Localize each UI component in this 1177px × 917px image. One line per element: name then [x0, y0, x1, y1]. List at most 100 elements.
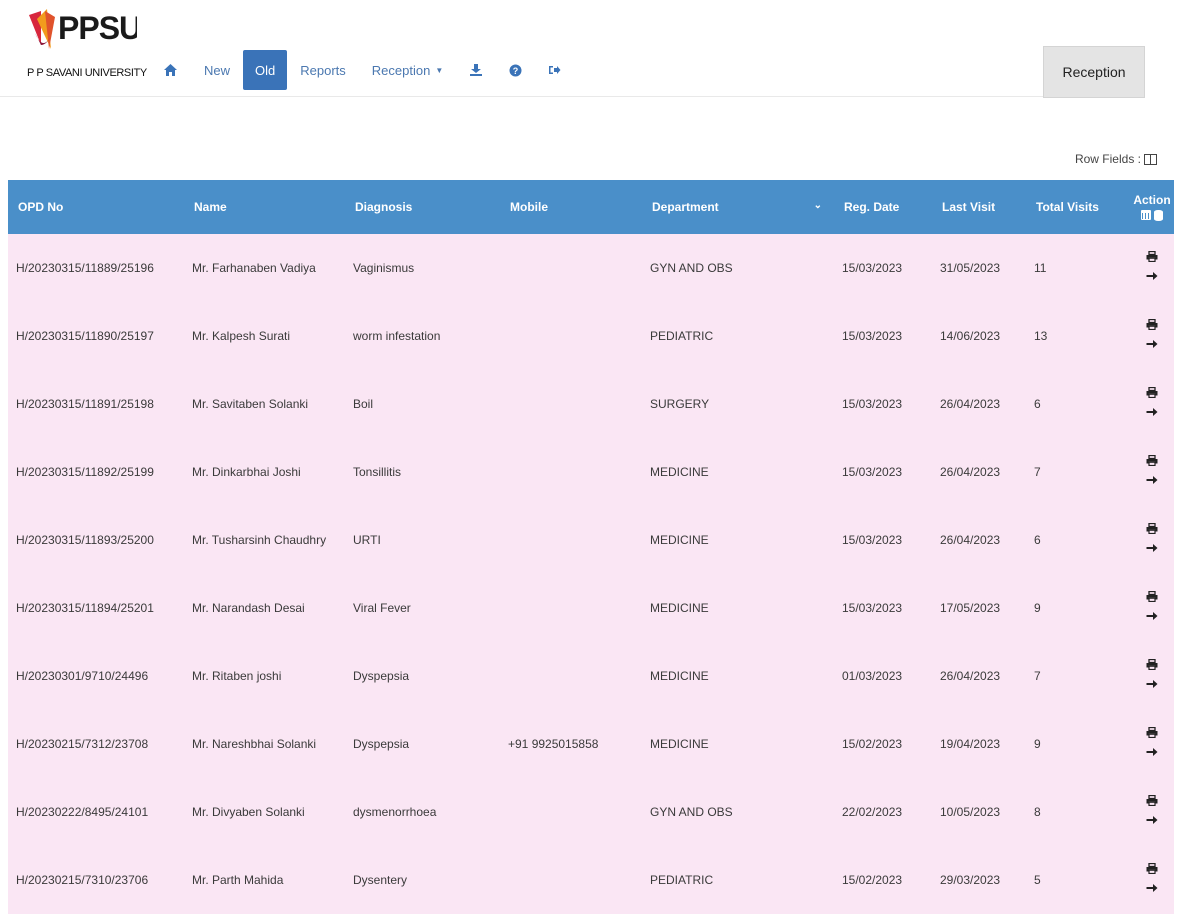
arrow-right-icon: [1146, 272, 1158, 280]
arrow-right-icon: [1146, 612, 1158, 620]
open-visit-button[interactable]: [1146, 405, 1158, 422]
open-visit-button[interactable]: [1146, 881, 1158, 898]
table-row[interactable]: H/20230315/11891/25198 Mr. Savitaben Sol…: [8, 370, 1174, 438]
open-visit-button[interactable]: [1146, 269, 1158, 286]
database-icon[interactable]: [1154, 210, 1163, 221]
cell-action: [1130, 642, 1174, 710]
table-body: H/20230315/11889/25196 Mr. Farhanaben Va…: [8, 234, 1174, 914]
col-header-opd[interactable]: OPD No: [8, 180, 184, 234]
print-button[interactable]: [1146, 386, 1158, 403]
col-header-diagnosis[interactable]: Diagnosis: [345, 180, 500, 234]
cell-diagnosis: Vaginismus: [353, 260, 415, 275]
cell-diagnosis: worm infestation: [353, 328, 441, 343]
nav-old[interactable]: Old: [243, 50, 288, 90]
cell-reg-date: 01/03/2023: [842, 668, 903, 683]
col-header-reg-date[interactable]: Reg. Date: [834, 180, 932, 234]
print-button[interactable]: [1146, 318, 1158, 335]
open-visit-button[interactable]: [1146, 337, 1158, 354]
help-button[interactable]: ?: [496, 50, 535, 90]
cell-total-visits: 7: [1034, 668, 1041, 683]
university-logo[interactable]: PPSU P P SAVANI UNIVERSITY: [27, 5, 147, 85]
nav-divider: [0, 96, 1060, 97]
print-button[interactable]: [1146, 794, 1158, 811]
cell-diagnosis: Tonsillitis: [353, 464, 402, 479]
cell-last-visit: 31/05/2023: [940, 260, 1001, 275]
cell-department: MEDICINE: [650, 736, 709, 751]
cell-last-visit: 26/04/2023: [940, 396, 1001, 411]
col-header-last-visit[interactable]: Last Visit: [932, 180, 1026, 234]
cell-department: MEDICINE: [650, 600, 709, 615]
print-button[interactable]: [1146, 658, 1158, 675]
cell-name: Mr. Parth Mahida: [192, 872, 284, 887]
print-button[interactable]: [1146, 250, 1158, 267]
nav-reception-dropdown[interactable]: Reception ▼: [359, 50, 456, 90]
home-button[interactable]: [150, 50, 191, 90]
print-button[interactable]: [1146, 522, 1158, 539]
print-button[interactable]: [1146, 590, 1158, 607]
printer-icon: [1146, 590, 1158, 603]
columns-icon: [1144, 153, 1157, 165]
cell-department: MEDICINE: [650, 532, 709, 547]
col-header-total-visits[interactable]: Total Visits: [1026, 180, 1130, 234]
cell-last-visit: 10/05/2023: [940, 804, 1001, 819]
print-button[interactable]: [1146, 454, 1158, 471]
cell-last-visit: 17/05/2023: [940, 600, 1001, 615]
cell-mobile: [500, 778, 642, 846]
table-row[interactable]: H/20230315/11892/25199 Mr. Dinkarbhai Jo…: [8, 438, 1174, 506]
table-row[interactable]: H/20230301/9710/24496 Mr. Ritaben joshi …: [8, 642, 1174, 710]
print-button[interactable]: [1146, 726, 1158, 743]
cell-reg-date: 15/02/2023: [842, 736, 903, 751]
table-row[interactable]: H/20230215/7310/23706 Mr. Parth Mahida D…: [8, 846, 1174, 914]
print-button[interactable]: [1146, 862, 1158, 879]
cell-mobile: [500, 438, 642, 506]
table-row[interactable]: H/20230222/8495/24101 Mr. Divyaben Solan…: [8, 778, 1174, 846]
cell-opd-no: H/20230301/9710/24496: [16, 668, 149, 683]
printer-icon: [1146, 454, 1158, 467]
arrow-right-icon: [1146, 408, 1158, 416]
table-row[interactable]: H/20230315/11889/25196 Mr. Farhanaben Va…: [8, 234, 1174, 302]
download-button[interactable]: [456, 50, 496, 90]
nav-reception-label: Reception: [371, 62, 431, 78]
cell-diagnosis: Dysentery: [353, 872, 408, 887]
user-role-button[interactable]: Reception: [1043, 46, 1145, 98]
col-header-mobile[interactable]: Mobile: [500, 180, 642, 234]
cell-total-visits: 9: [1034, 736, 1041, 751]
cell-mobile: [500, 302, 642, 370]
cell-action: [1130, 846, 1174, 914]
cell-name: Mr. Farhanaben Vadiya: [192, 260, 316, 275]
cell-reg-date: 15/03/2023: [842, 396, 903, 411]
cell-total-visits: 8: [1034, 804, 1041, 819]
logout-button[interactable]: [535, 50, 574, 90]
open-visit-button[interactable]: [1146, 813, 1158, 830]
table-row[interactable]: H/20230315/11894/25201 Mr. Narandash Des…: [8, 574, 1174, 642]
top-navbar: PPSU P P SAVANI UNIVERSITY New Old Repor…: [0, 0, 1177, 100]
open-visit-button[interactable]: [1146, 541, 1158, 558]
col-header-name[interactable]: Name: [184, 180, 345, 234]
printer-icon: [1146, 726, 1158, 739]
cell-mobile: [500, 642, 642, 710]
table-row[interactable]: H/20230215/7312/23708 Mr. Nareshbhai Sol…: [8, 710, 1174, 778]
cell-mobile: [500, 234, 642, 302]
table-row[interactable]: H/20230315/11893/25200 Mr. Tusharsinh Ch…: [8, 506, 1174, 574]
open-visit-button[interactable]: [1146, 473, 1158, 490]
nav-reports[interactable]: Reports: [287, 50, 359, 90]
row-fields-toggle[interactable]: Row Fields :: [1075, 152, 1157, 166]
cell-diagnosis: URTI: [353, 532, 381, 547]
cell-action: [1130, 234, 1174, 302]
nav-new[interactable]: New: [191, 50, 243, 90]
cell-department: PEDIATRIC: [650, 872, 714, 887]
col-header-department[interactable]: Department ⌄: [642, 180, 834, 234]
calendar-icon[interactable]: [1141, 210, 1151, 220]
open-visit-button[interactable]: [1146, 609, 1158, 626]
open-visit-button[interactable]: [1146, 745, 1158, 762]
cell-total-visits: 5: [1034, 872, 1041, 887]
cell-reg-date: 15/03/2023: [842, 532, 903, 547]
cell-action: [1130, 506, 1174, 574]
cell-opd-no: H/20230315/11890/25197: [16, 328, 154, 343]
cell-action: [1130, 710, 1174, 778]
open-visit-button[interactable]: [1146, 677, 1158, 694]
chevron-down-icon[interactable]: ⌄: [814, 200, 822, 211]
table-row[interactable]: H/20230315/11890/25197 Mr. Kalpesh Surat…: [8, 302, 1174, 370]
department-header-label: Department: [652, 200, 719, 214]
opd-table: OPD No Name Diagnosis Mobile Department …: [8, 180, 1174, 914]
